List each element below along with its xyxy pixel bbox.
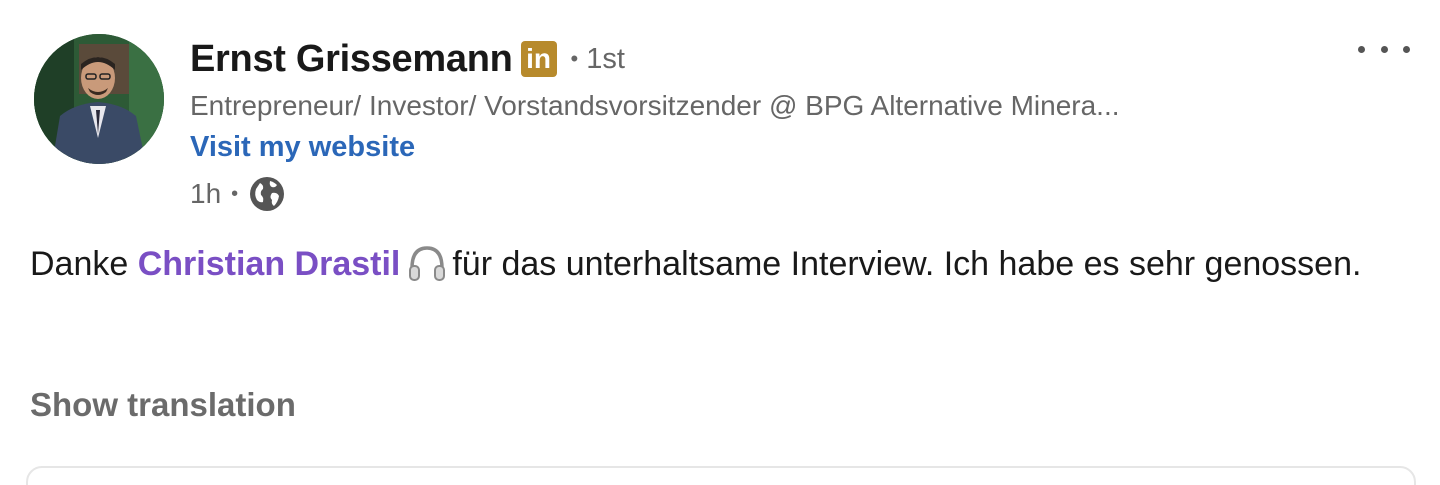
author-avatar[interactable]: [34, 34, 164, 164]
separator-dot: •: [231, 182, 239, 205]
post-text-before: Danke: [30, 245, 138, 283]
globe-icon: [250, 177, 285, 211]
feed-post: Ernst Grissemann in • 1st Entrepreneur/ …: [0, 0, 1440, 485]
avatar-photo: [34, 34, 164, 164]
more-horizontal-icon: [1403, 45, 1410, 53]
attached-content-card[interactable]: [26, 466, 1416, 485]
connection-degree: 1st: [586, 42, 625, 75]
author-headline: Entrepreneur/ Investor/ Vorstandsvorsitz…: [190, 90, 1120, 121]
post-meta: 1h •: [190, 174, 1340, 214]
separator-dot: •: [570, 46, 579, 71]
author-name-row: Ernst Grissemann in • 1st: [190, 34, 1340, 84]
more-horizontal-icon: [1380, 45, 1388, 53]
headphones-icon: [409, 246, 446, 281]
linkedin-premium-icon: in: [520, 41, 557, 77]
visit-website-link[interactable]: Visit my website: [190, 128, 415, 166]
mention-link[interactable]: Christian Drastil: [138, 245, 401, 283]
show-translation-button[interactable]: Show translation: [30, 386, 296, 424]
post-timestamp: 1h: [190, 178, 222, 209]
author-name[interactable]: Ernst Grissemann: [190, 38, 513, 81]
more-options-button[interactable]: [1358, 34, 1410, 64]
more-horizontal-icon: [1358, 45, 1365, 53]
post-header: Ernst Grissemann in • 1st Entrepreneur/ …: [190, 34, 1340, 214]
post-text-after: für das unterhaltsame Interview. Ich hab…: [452, 245, 1362, 283]
post-text: Danke Christian Drastil für das unterhal…: [30, 236, 1390, 292]
